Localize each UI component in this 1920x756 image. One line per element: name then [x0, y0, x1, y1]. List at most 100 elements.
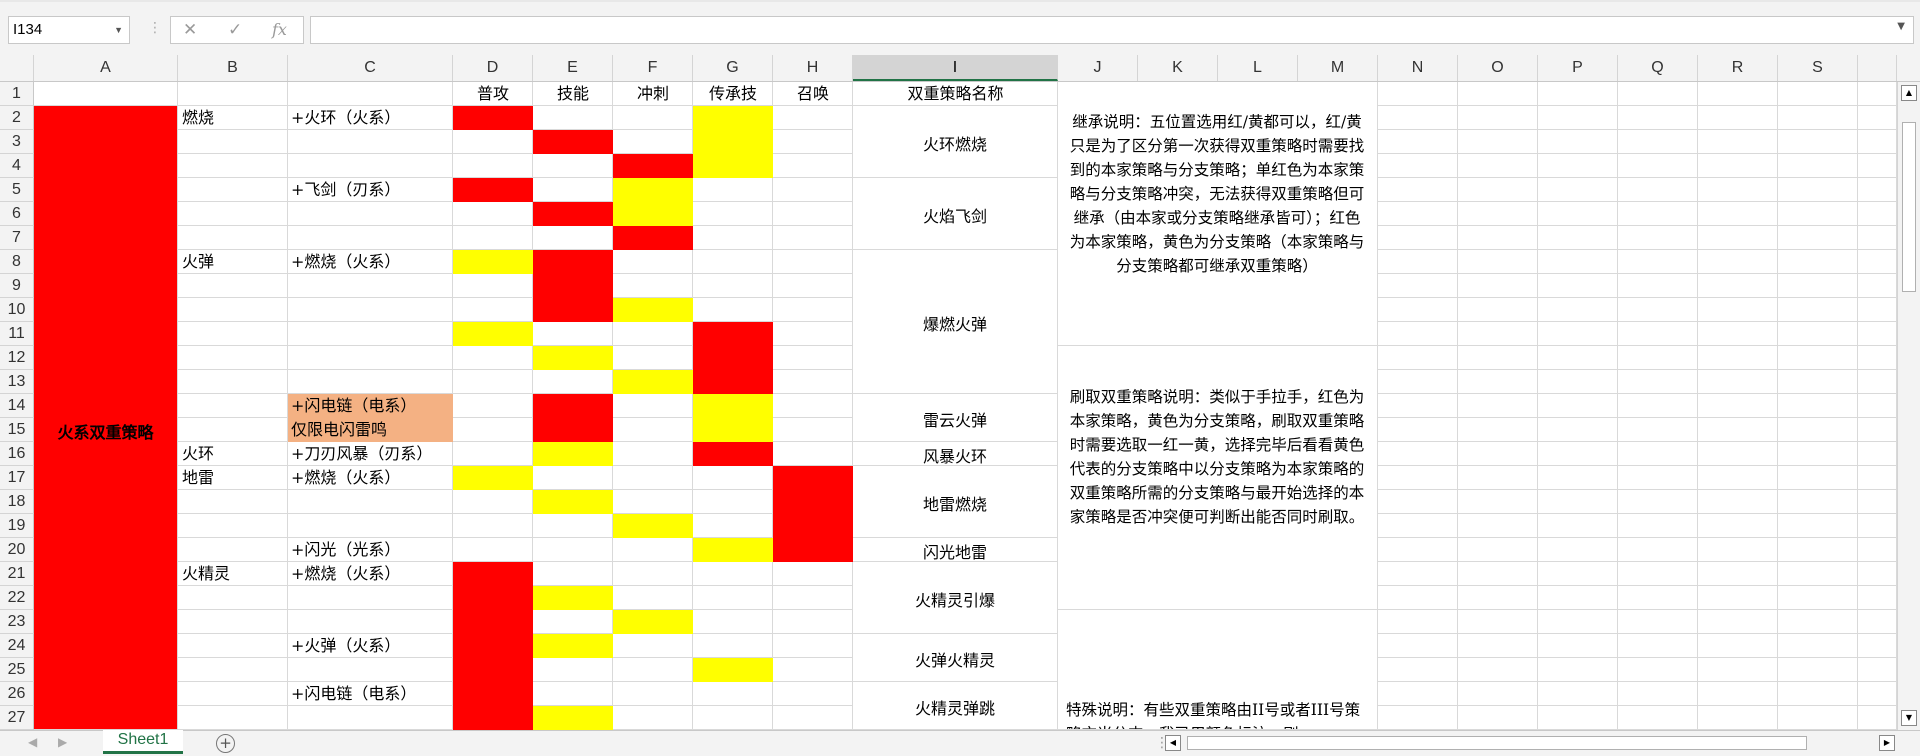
cell[interactable] [178, 682, 288, 706]
cell[interactable] [1538, 154, 1618, 178]
cell[interactable] [1378, 154, 1458, 178]
cell[interactable] [1778, 466, 1858, 490]
red-cell[interactable] [533, 250, 613, 274]
cell[interactable] [178, 418, 288, 442]
cell[interactable] [1778, 346, 1858, 370]
cell[interactable] [1618, 106, 1698, 130]
yellow-cell[interactable] [533, 706, 613, 730]
row-header[interactable]: 12 [0, 346, 34, 370]
vertical-scrollbar[interactable]: ▲ ▼ [1897, 82, 1920, 730]
cell[interactable] [1778, 130, 1858, 154]
cell[interactable] [773, 274, 853, 298]
cell[interactable] [1458, 682, 1538, 706]
yellow-cell[interactable] [453, 250, 533, 274]
scroll-right-icon[interactable]: ▶ [1879, 735, 1895, 751]
column-header-g[interactable]: G [693, 55, 773, 81]
cell[interactable] [1538, 370, 1618, 394]
cell[interactable] [1538, 466, 1618, 490]
cell[interactable] [1778, 202, 1858, 226]
yellow-cell[interactable] [613, 610, 693, 634]
cell[interactable] [178, 658, 288, 682]
cell[interactable] [178, 82, 288, 106]
cell[interactable] [453, 490, 533, 514]
cell[interactable] [1378, 298, 1458, 322]
yellow-cell[interactable] [533, 586, 613, 610]
cell[interactable] [1378, 562, 1458, 586]
cell[interactable] [453, 154, 533, 178]
cell[interactable] [613, 538, 693, 562]
cell[interactable] [178, 298, 288, 322]
cell[interactable] [178, 322, 288, 346]
cell[interactable] [533, 514, 613, 538]
scroll-thumb[interactable] [1902, 122, 1916, 292]
yellow-cell[interactable] [693, 154, 773, 178]
cell[interactable] [288, 322, 453, 346]
cell[interactable] [1378, 490, 1458, 514]
cell[interactable] [1858, 466, 1897, 490]
sheet-tab[interactable]: Sheet1 [103, 730, 183, 754]
cell[interactable] [693, 706, 773, 730]
row-header[interactable]: 3 [0, 130, 34, 154]
cell[interactable] [453, 442, 533, 466]
cell[interactable] [1858, 658, 1897, 682]
cell[interactable] [1778, 442, 1858, 466]
cell[interactable] [178, 346, 288, 370]
cell[interactable] [773, 154, 853, 178]
cell[interactable] [613, 250, 693, 274]
cell[interactable] [613, 274, 693, 298]
row-header[interactable]: 9 [0, 274, 34, 298]
cell[interactable] [1538, 490, 1618, 514]
cell[interactable] [1778, 634, 1858, 658]
cell[interactable] [773, 346, 853, 370]
cell[interactable] [453, 298, 533, 322]
cell[interactable] [1618, 154, 1698, 178]
cell[interactable] [533, 538, 613, 562]
row-header[interactable]: 23 [0, 610, 34, 634]
cell[interactable] [1538, 682, 1618, 706]
row-header[interactable]: 4 [0, 154, 34, 178]
row-header[interactable]: 22 [0, 586, 34, 610]
cell[interactable] [533, 562, 613, 586]
cell[interactable] [1458, 274, 1538, 298]
cell[interactable] [1778, 538, 1858, 562]
cell[interactable] [1858, 370, 1897, 394]
cell[interactable] [1698, 634, 1778, 658]
column-header-q[interactable]: Q [1618, 55, 1698, 81]
row-header[interactable]: 16 [0, 442, 34, 466]
cell[interactable] [1778, 322, 1858, 346]
scroll-up-icon[interactable]: ▲ [1901, 85, 1917, 101]
yellow-cell[interactable] [693, 130, 773, 154]
cell[interactable] [1858, 322, 1897, 346]
red-cell[interactable] [453, 586, 533, 610]
cell[interactable] [1458, 250, 1538, 274]
cell[interactable] [34, 82, 178, 106]
cell[interactable] [288, 298, 453, 322]
cell[interactable] [1618, 178, 1698, 202]
strategy-name-cell[interactable]: 地雷燃烧 [853, 466, 1058, 538]
cell[interactable] [178, 178, 288, 202]
cell[interactable] [1698, 130, 1778, 154]
cell[interactable] [1538, 250, 1618, 274]
cell[interactable] [1618, 418, 1698, 442]
column-header-s[interactable]: S [1778, 55, 1858, 81]
cell[interactable] [288, 370, 453, 394]
cell[interactable] [693, 466, 773, 490]
cell[interactable] [533, 178, 613, 202]
strategy-name-cell[interactable]: 爆燃火弹 [853, 250, 1058, 394]
row-header[interactable]: 13 [0, 370, 34, 394]
cell[interactable] [1858, 106, 1897, 130]
cell[interactable] [288, 658, 453, 682]
cell[interactable] [453, 130, 533, 154]
cancel-icon[interactable]: ✕ [183, 20, 197, 40]
cell[interactable] [1858, 82, 1897, 106]
cell[interactable] [288, 82, 453, 106]
add-sheet-icon[interactable]: + [216, 734, 235, 753]
cell[interactable] [1858, 130, 1897, 154]
cell[interactable] [1458, 586, 1538, 610]
cell[interactable] [1458, 706, 1538, 730]
cell[interactable] [693, 226, 773, 250]
red-cell[interactable] [773, 538, 853, 562]
cell[interactable] [1458, 394, 1538, 418]
cell[interactable] [1618, 202, 1698, 226]
cell[interactable] [1778, 226, 1858, 250]
